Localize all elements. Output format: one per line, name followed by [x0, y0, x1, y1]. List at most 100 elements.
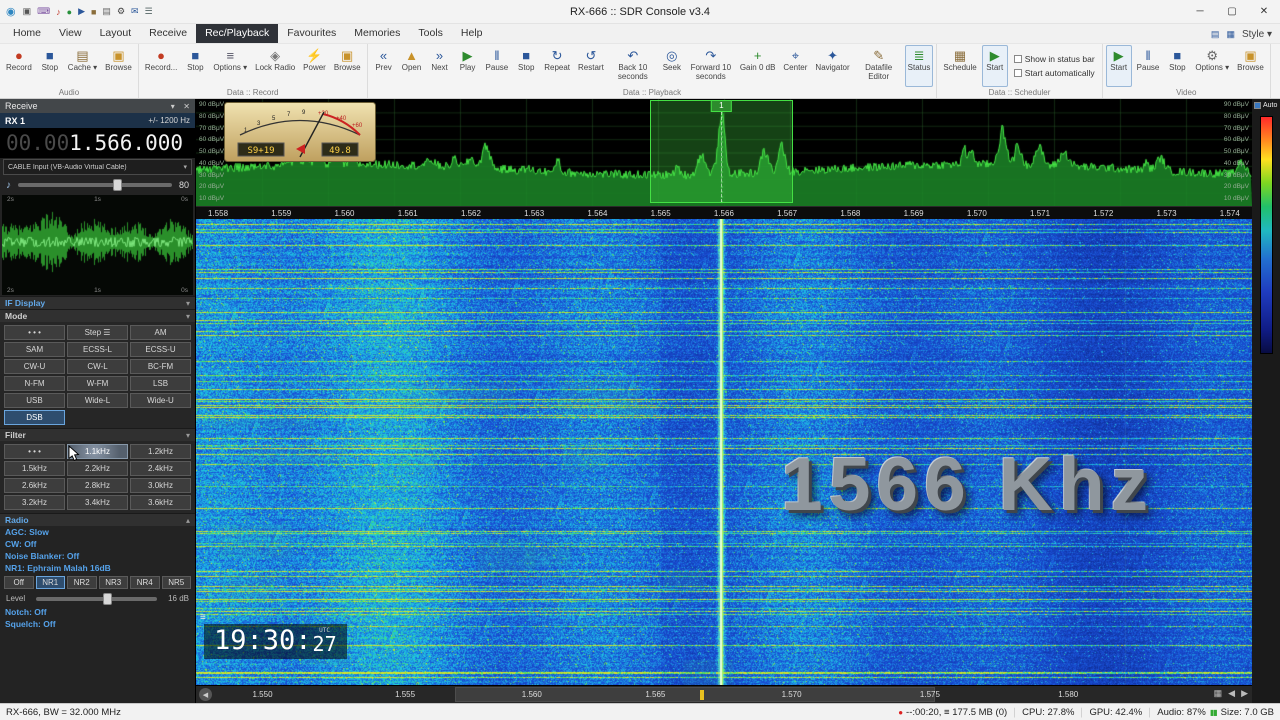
- quick-access-icon[interactable]: ✉: [131, 6, 139, 17]
- mode-button[interactable]: Wide-U: [130, 393, 191, 408]
- nav-grid-icon[interactable]: ▦: [1214, 688, 1223, 699]
- mode-button[interactable]: Wide-L: [67, 393, 128, 408]
- squelch-setting[interactable]: Squelch: Off: [0, 618, 195, 630]
- nr-button[interactable]: NR1: [35, 576, 65, 589]
- toolbar-mini-icon-2[interactable]: ▦: [1226, 29, 1235, 40]
- stop-button[interactable]: ■ Stop: [182, 45, 208, 87]
- style-button[interactable]: Style ▾: [1242, 29, 1272, 40]
- quick-access-icon[interactable]: ■: [91, 7, 96, 17]
- filter-button[interactable]: 2.8kHz: [67, 478, 128, 493]
- filter-button[interactable]: 3.4kHz: [67, 495, 128, 510]
- schedule-button[interactable]: ▦ Schedule: [940, 45, 979, 87]
- filter-button[interactable]: • • •: [4, 444, 65, 459]
- next-button[interactable]: » Next: [427, 45, 453, 87]
- close-button[interactable]: ✕: [1248, 0, 1280, 23]
- tuning-selection-box[interactable]: 1: [650, 100, 793, 203]
- spectrum-frequency-scale[interactable]: 1.558 1.559 1.560 1.561 1.562 1.563 1.564 1.565…: [196, 206, 1252, 219]
- maximize-button[interactable]: ▢: [1216, 0, 1248, 23]
- record-button[interactable]: ● Record...: [142, 45, 180, 87]
- mode-button[interactable]: AM: [130, 325, 191, 340]
- nr-button[interactable]: NR4: [130, 576, 160, 589]
- quick-access-icon[interactable]: ☰: [145, 6, 153, 17]
- panel-close-icon[interactable]: ✕: [183, 102, 190, 111]
- options-button[interactable]: ≡ Options ▾: [210, 45, 250, 87]
- nav-scroll-left-button[interactable]: ◀: [199, 688, 212, 701]
- mode-button[interactable]: SAM: [4, 342, 65, 357]
- pause-button[interactable]: ‖ Pause: [483, 45, 512, 87]
- nr-level-slider[interactable]: [36, 592, 158, 605]
- mode-button[interactable]: N-FM: [4, 376, 65, 391]
- open-button[interactable]: ▲ Open: [399, 45, 425, 87]
- mode-button[interactable]: ECSS-U: [130, 342, 191, 357]
- mode-button[interactable]: USB: [4, 393, 65, 408]
- waterfall-colorbar[interactable]: [1259, 116, 1273, 354]
- back-10-seconds-button[interactable]: ↶ Back 10 seconds: [609, 45, 657, 87]
- filter-button[interactable]: 3.6kHz: [130, 495, 191, 510]
- filter-button[interactable]: 3.2kHz: [4, 495, 65, 510]
- volume-slider[interactable]: [18, 179, 172, 191]
- cache-button[interactable]: ▤ Cache ▾: [65, 45, 100, 87]
- quick-access-icon[interactable]: ▶: [78, 6, 85, 17]
- datafile-editor-button[interactable]: ✎ Datafile Editor: [855, 45, 903, 87]
- play-button[interactable]: ▶ Play: [455, 45, 481, 87]
- radio-setting[interactable]: CW: Off: [0, 538, 195, 550]
- filter-button[interactable]: 2.4kHz: [130, 461, 191, 476]
- browse-button[interactable]: ▣ Browse: [102, 45, 135, 87]
- menu-tab[interactable]: Help: [452, 24, 492, 43]
- mode-button[interactable]: BC-FM: [130, 359, 191, 374]
- quick-access-icon[interactable]: ⌨: [37, 6, 50, 17]
- filter-button[interactable]: 1.2kHz: [130, 444, 191, 459]
- nr-button[interactable]: NR2: [67, 576, 97, 589]
- quick-access-icon[interactable]: ▤: [102, 6, 111, 17]
- menu-tab[interactable]: Home: [4, 24, 50, 43]
- section-mode[interactable]: Mode ▾: [0, 309, 195, 322]
- menu-tab[interactable]: Memories: [345, 24, 409, 43]
- audio-output-select[interactable]: CABLE Input (VB-Audio Virtual Cable) ▾: [3, 159, 192, 175]
- filter-button[interactable]: 2.6kHz: [4, 478, 65, 493]
- prev-button[interactable]: «Prev: [371, 45, 397, 87]
- frequency-display[interactable]: 00.00 1.566.000: [0, 128, 195, 158]
- auto-range-toggle[interactable]: Auto: [1252, 99, 1280, 112]
- record-button[interactable]: ● Record: [3, 45, 35, 87]
- radio-setting[interactable]: AGC: Slow: [0, 526, 195, 538]
- mode-button[interactable]: ECSS-L: [67, 342, 128, 357]
- waterfall-display[interactable]: 1566 Khz 19:30: UTC 27 ≡: [196, 219, 1252, 685]
- gain-0-db-button[interactable]: + Gain 0 dB: [737, 45, 779, 87]
- browse-button[interactable]: ▣ Browse: [1234, 45, 1267, 87]
- section-if-display[interactable]: IF Display ▾: [0, 296, 195, 309]
- stop-button[interactable]: ■ Stop: [513, 45, 539, 87]
- frequency-navigator[interactable]: ◀ 1.550 1.555 1.560 1.565 1.570 1.575 1.580 ▦ …: [196, 685, 1252, 703]
- nr-button[interactable]: Off: [4, 576, 34, 589]
- radio-setting[interactable]: NR1: Ephraim Malah 16dB: [0, 562, 195, 574]
- menu-tab[interactable]: Tools: [409, 24, 452, 43]
- stop-button[interactable]: ■ Stop: [37, 45, 63, 87]
- filter-button[interactable]: 3.0kHz: [130, 478, 191, 493]
- browse-button[interactable]: ▣ Browse: [331, 45, 364, 87]
- minimize-button[interactable]: ─: [1184, 0, 1216, 23]
- menu-tab[interactable]: View: [50, 24, 91, 43]
- notch-setting[interactable]: Notch: Off: [0, 606, 195, 618]
- restart-button[interactable]: ↺ Restart: [575, 45, 607, 87]
- filter-button[interactable]: 2.2kHz: [67, 461, 128, 476]
- navigator-button[interactable]: ✦ Navigator: [812, 45, 852, 87]
- stop-button[interactable]: ■ Stop: [1164, 45, 1190, 87]
- quick-access-icon[interactable]: ♪: [56, 7, 61, 17]
- start-button[interactable]: ▶ Start: [981, 45, 1008, 87]
- mode-button[interactable]: CW-L: [67, 359, 128, 374]
- section-radio[interactable]: Radio ▴: [0, 513, 195, 526]
- menu-tab[interactable]: Favourites: [278, 24, 345, 43]
- seek-button[interactable]: ◎ Seek: [659, 45, 685, 87]
- filter-button[interactable]: 1.5kHz: [4, 461, 65, 476]
- lock-radio-button[interactable]: ◈ Lock Radio: [252, 45, 298, 87]
- quick-access-icon[interactable]: ▣: [23, 6, 32, 17]
- mode-button[interactable]: CW-U: [4, 359, 65, 374]
- quick-access-icon[interactable]: ⚙: [117, 6, 125, 17]
- nav-left-icon[interactable]: ◀: [1228, 688, 1235, 699]
- nr-button[interactable]: NR3: [98, 576, 128, 589]
- menu-tab[interactable]: Receive: [140, 24, 196, 43]
- menu-tab[interactable]: Rec/Playback: [196, 24, 279, 43]
- nr-button[interactable]: NR5: [161, 576, 191, 589]
- mode-button[interactable]: LSB: [130, 376, 191, 391]
- show-in-status-bar-checkbox[interactable]: Show in status bar: [1013, 54, 1095, 64]
- radio-setting[interactable]: Noise Blanker: Off: [0, 550, 195, 562]
